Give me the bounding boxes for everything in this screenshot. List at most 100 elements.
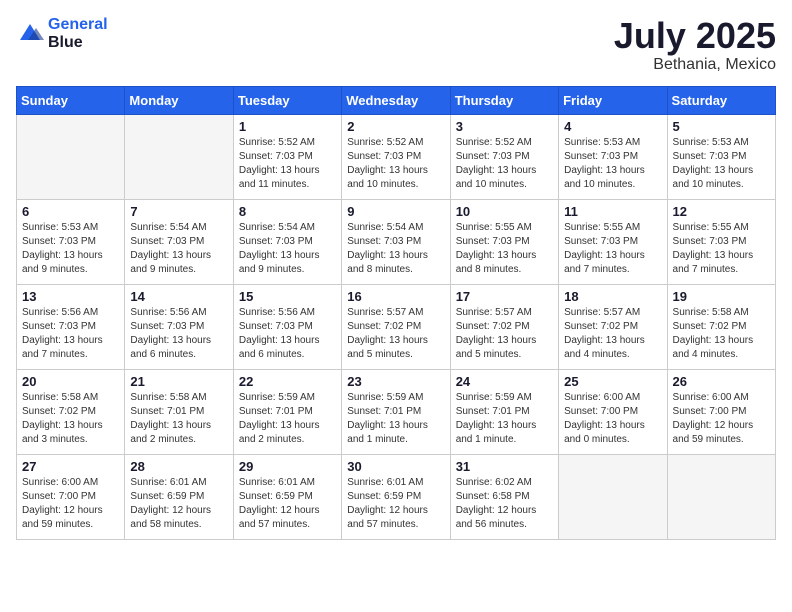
logo: General Blue (16, 16, 108, 51)
day-info: Sunrise: 5:54 AM Sunset: 7:03 PM Dayligh… (347, 221, 444, 277)
table-cell: 12Sunrise: 5:55 AM Sunset: 7:03 PM Dayli… (667, 199, 775, 284)
day-info: Sunrise: 6:01 AM Sunset: 6:59 PM Dayligh… (347, 476, 444, 532)
table-cell: 6 Sunrise: 5:53 AM Sunset: 7:03 PM Daylig… (17, 199, 125, 284)
table-cell: 13 Sunrise: 5:56 AM Sunset: 7:03 PM Dayli… (17, 284, 125, 369)
day-number: 23 (347, 374, 444, 389)
day-info: Sunrise: 5:57 AM Sunset: 7:02 PM Dayligh… (564, 306, 661, 362)
day-number: 21 (130, 374, 227, 389)
table-cell: 15 Sunrise: 5:56 AM Sunset: 7:03 PM Dayli… (233, 284, 341, 369)
day-info: Sunrise: 6:01 AM Sunset: 6:59 PM Dayligh… (239, 476, 336, 532)
table-cell (125, 114, 233, 199)
table-cell: 26Sunrise: 6:00 AM Sunset: 7:00 PM Dayli… (667, 369, 775, 454)
table-cell: 14Sunrise: 5:56 AM Sunset: 7:03 PM Dayli… (125, 284, 233, 369)
day-number: 16 (347, 289, 444, 304)
table-cell: 20Sunrise: 5:58 AM Sunset: 7:02 PM Dayli… (17, 369, 125, 454)
weekday-header-saturday: Saturday (667, 86, 775, 114)
table-cell: 1Sunrise: 5:52 AM Sunset: 7:03 PM Daylig… (233, 114, 341, 199)
day-info: Sunrise: 6:02 AM Sunset: 6:58 PM Dayligh… (456, 476, 553, 532)
title-block: July 2025 Bethania, Mexico (614, 16, 776, 74)
day-info: Sunrise: 5:54 AM Sunset: 7:03 PM Dayligh… (130, 221, 227, 277)
day-number: 4 (564, 119, 661, 134)
day-info: Sunrise: 5:56 AM Sunset: 7:03 PM Dayligh… (239, 306, 336, 362)
table-cell: 7Sunrise: 5:54 AM Sunset: 7:03 PM Daylig… (125, 199, 233, 284)
day-number: 5 (673, 119, 770, 134)
day-number: 1 (239, 119, 336, 134)
day-number: 6 (22, 204, 119, 219)
day-number: 27 (22, 459, 119, 474)
day-info: Sunrise: 5:52 AM Sunset: 7:03 PM Dayligh… (456, 136, 553, 192)
day-number: 14 (130, 289, 227, 304)
day-number: 31 (456, 459, 553, 474)
day-number: 15 (239, 289, 336, 304)
table-cell: 17Sunrise: 5:57 AM Sunset: 7:02 PM Dayli… (450, 284, 558, 369)
table-cell: 5 Sunrise: 5:53 AM Sunset: 7:03 PM Daylig… (667, 114, 775, 199)
day-number: 18 (564, 289, 661, 304)
day-info: Sunrise: 5:58 AM Sunset: 7:02 PM Dayligh… (673, 306, 770, 362)
table-cell: 18 Sunrise: 5:57 AM Sunset: 7:02 PM Dayli… (559, 284, 667, 369)
day-number: 3 (456, 119, 553, 134)
day-number: 25 (564, 374, 661, 389)
location: Bethania, Mexico (614, 56, 776, 74)
day-info: Sunrise: 5:59 AM Sunset: 7:01 PM Dayligh… (347, 391, 444, 447)
day-number: 13 (22, 289, 119, 304)
day-info: Sunrise: 5:57 AM Sunset: 7:02 PM Dayligh… (456, 306, 553, 362)
table-cell: 19 Sunrise: 5:58 AM Sunset: 7:02 PM Dayli… (667, 284, 775, 369)
day-info: Sunrise: 5:53 AM Sunset: 7:03 PM Dayligh… (22, 221, 119, 277)
day-number: 8 (239, 204, 336, 219)
day-number: 11 (564, 204, 661, 219)
day-number: 28 (130, 459, 227, 474)
table-cell: 4 Sunrise: 5:53 AM Sunset: 7:03 PM Daylig… (559, 114, 667, 199)
table-cell: 27 Sunrise: 6:00 AM Sunset: 7:00 PM Dayli… (17, 454, 125, 539)
day-info: Sunrise: 5:57 AM Sunset: 7:02 PM Dayligh… (347, 306, 444, 362)
logo-line2: Blue (48, 34, 108, 52)
weekday-header-row: SundayMondayTuesdayWednesdayThursdayFrid… (17, 86, 776, 114)
table-cell: 16 Sunrise: 5:57 AM Sunset: 7:02 PM Dayli… (342, 284, 450, 369)
day-number: 24 (456, 374, 553, 389)
table-cell: 22 Sunrise: 5:59 AM Sunset: 7:01 PM Dayli… (233, 369, 341, 454)
table-cell: 2Sunrise: 5:52 AM Sunset: 7:03 PM Daylig… (342, 114, 450, 199)
day-info: Sunrise: 6:01 AM Sunset: 6:59 PM Dayligh… (130, 476, 227, 532)
day-number: 10 (456, 204, 553, 219)
weekday-header-friday: Friday (559, 86, 667, 114)
table-cell (559, 454, 667, 539)
day-info: Sunrise: 5:58 AM Sunset: 7:02 PM Dayligh… (22, 391, 119, 447)
week-row-2: 6 Sunrise: 5:53 AM Sunset: 7:03 PM Daylig… (17, 199, 776, 284)
table-cell: 23 Sunrise: 5:59 AM Sunset: 7:01 PM Dayli… (342, 369, 450, 454)
day-info: Sunrise: 5:55 AM Sunset: 7:03 PM Dayligh… (456, 221, 553, 277)
table-cell: 25 Sunrise: 6:00 AM Sunset: 7:00 PM Dayli… (559, 369, 667, 454)
weekday-header-sunday: Sunday (17, 86, 125, 114)
weekday-header-thursday: Thursday (450, 86, 558, 114)
table-cell: 8 Sunrise: 5:54 AM Sunset: 7:03 PM Daylig… (233, 199, 341, 284)
day-number: 9 (347, 204, 444, 219)
day-number: 12 (673, 204, 770, 219)
day-info: Sunrise: 5:59 AM Sunset: 7:01 PM Dayligh… (456, 391, 553, 447)
day-number: 26 (673, 374, 770, 389)
day-info: Sunrise: 6:00 AM Sunset: 7:00 PM Dayligh… (22, 476, 119, 532)
weekday-header-wednesday: Wednesday (342, 86, 450, 114)
day-info: Sunrise: 5:53 AM Sunset: 7:03 PM Dayligh… (673, 136, 770, 192)
day-number: 22 (239, 374, 336, 389)
day-number: 19 (673, 289, 770, 304)
logo-icon (16, 20, 44, 48)
day-info: Sunrise: 5:53 AM Sunset: 7:03 PM Dayligh… (564, 136, 661, 192)
logo-line1: General (48, 16, 108, 33)
day-info: Sunrise: 5:58 AM Sunset: 7:01 PM Dayligh… (130, 391, 227, 447)
day-info: Sunrise: 5:59 AM Sunset: 7:01 PM Dayligh… (239, 391, 336, 447)
table-cell: 10 Sunrise: 5:55 AM Sunset: 7:03 PM Dayli… (450, 199, 558, 284)
table-cell: 9 Sunrise: 5:54 AM Sunset: 7:03 PM Daylig… (342, 199, 450, 284)
table-cell: 30 Sunrise: 6:01 AM Sunset: 6:59 PM Dayli… (342, 454, 450, 539)
table-cell: 24 Sunrise: 5:59 AM Sunset: 7:01 PM Dayli… (450, 369, 558, 454)
day-number: 30 (347, 459, 444, 474)
table-cell: 29Sunrise: 6:01 AM Sunset: 6:59 PM Dayli… (233, 454, 341, 539)
day-info: Sunrise: 6:00 AM Sunset: 7:00 PM Dayligh… (564, 391, 661, 447)
day-info: Sunrise: 5:55 AM Sunset: 7:03 PM Dayligh… (564, 221, 661, 277)
day-info: Sunrise: 5:56 AM Sunset: 7:03 PM Dayligh… (22, 306, 119, 362)
weekday-header-tuesday: Tuesday (233, 86, 341, 114)
table-cell: 28 Sunrise: 6:01 AM Sunset: 6:59 PM Dayli… (125, 454, 233, 539)
day-info: Sunrise: 5:54 AM Sunset: 7:03 PM Dayligh… (239, 221, 336, 277)
day-number: 2 (347, 119, 444, 134)
table-cell (17, 114, 125, 199)
table-cell (667, 454, 775, 539)
page-header: General Blue July 2025 Bethania, Mexico (16, 16, 776, 74)
week-row-1: 1 Sunrise: 5:52 AM Sunset: 7:03 PM Daylig… (17, 114, 776, 199)
